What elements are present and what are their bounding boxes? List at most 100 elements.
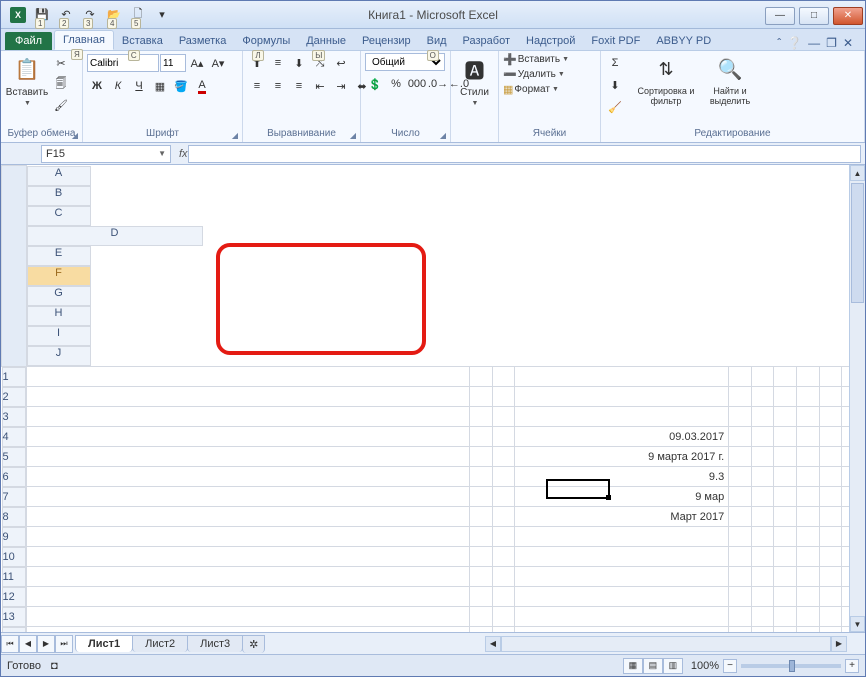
col-header-E[interactable]: E [27, 246, 91, 266]
cell-I3[interactable] [819, 407, 842, 427]
cell-G8[interactable] [774, 507, 797, 527]
align-top-icon[interactable]: ⬆ [247, 53, 267, 73]
cell-G10[interactable] [774, 547, 797, 567]
cell-I11[interactable] [819, 567, 842, 587]
cell-G5[interactable] [774, 447, 797, 467]
italic-button[interactable]: К [108, 76, 128, 96]
cell-D12[interactable] [515, 587, 729, 607]
cell-D6[interactable]: 9.3 [515, 467, 729, 487]
sheet-tab-3[interactable]: Лист3 [187, 635, 243, 652]
cell-G12[interactable] [774, 587, 797, 607]
cell-F1[interactable] [751, 366, 774, 387]
cell-B11[interactable] [470, 567, 493, 587]
cell-I14[interactable] [819, 627, 842, 633]
clipboard-launcher-icon[interactable]: ◢ [72, 131, 78, 140]
cell-F2[interactable] [751, 387, 774, 407]
cell-F5[interactable] [751, 447, 774, 467]
cell-B10[interactable] [470, 547, 493, 567]
cell-F10[interactable] [751, 547, 774, 567]
row-header-9[interactable]: 9 [2, 527, 26, 547]
sheet-last-icon[interactable]: ⏭ [55, 635, 73, 653]
cell-I6[interactable] [819, 467, 842, 487]
qat-more-icon[interactable]: ▾ [151, 4, 173, 26]
cell-C8[interactable] [492, 507, 515, 527]
cell-F4[interactable] [751, 427, 774, 447]
cell-A10[interactable] [26, 547, 470, 567]
font-launcher-icon[interactable]: ◢ [232, 131, 238, 140]
vscroll-thumb[interactable] [851, 183, 864, 303]
cell-B6[interactable] [470, 467, 493, 487]
select-all-corner[interactable] [2, 166, 27, 367]
cell-C4[interactable] [492, 427, 515, 447]
format-cells-button[interactable]: Формат [514, 84, 550, 95]
spreadsheet-grid[interactable]: ABCDEFGHIJ123409.03.201759 марта 2017 г.… [1, 165, 865, 632]
row-header-14[interactable]: 14 [2, 627, 26, 633]
cell-H6[interactable] [797, 467, 820, 487]
cell-G9[interactable] [774, 527, 797, 547]
cell-D9[interactable] [515, 527, 729, 547]
row-header-10[interactable]: 10 [2, 547, 26, 567]
sheet-tab-2[interactable]: Лист2 [132, 635, 188, 652]
sheet-prev-icon[interactable]: ◀ [19, 635, 37, 653]
cell-H3[interactable] [797, 407, 820, 427]
align-center-icon[interactable]: ≡ [268, 76, 288, 96]
col-header-C[interactable]: C [27, 206, 91, 226]
cell-C1[interactable] [492, 366, 515, 387]
row-header-11[interactable]: 11 [2, 567, 26, 587]
increase-decimal-icon[interactable]: .0→ [428, 74, 448, 94]
wrap-text-icon[interactable]: ↩ [331, 53, 351, 73]
maximize-button[interactable]: □ [799, 7, 829, 25]
col-header-A[interactable]: A [27, 166, 91, 186]
tab-formulas[interactable]: ФормулыЛ [234, 32, 298, 50]
cell-A2[interactable] [26, 387, 470, 407]
tab-insert[interactable]: ВставкаС [114, 32, 171, 50]
tab-view[interactable]: ВидО [419, 32, 455, 50]
delete-cells-button[interactable]: Удалить [518, 69, 556, 80]
percent-icon[interactable]: % [386, 74, 406, 94]
cell-I5[interactable] [819, 447, 842, 467]
cell-B8[interactable] [470, 507, 493, 527]
cell-F14[interactable] [751, 627, 774, 633]
formula-input[interactable] [188, 145, 861, 163]
cell-B12[interactable] [470, 587, 493, 607]
insert-cells-button[interactable]: Вставить [518, 54, 560, 65]
cell-E1[interactable] [729, 366, 752, 387]
cell-H13[interactable] [797, 607, 820, 627]
zoom-out-icon[interactable]: − [723, 659, 737, 673]
zoom-slider[interactable] [741, 664, 841, 668]
grow-font-icon[interactable]: A▴ [187, 53, 207, 73]
cell-F9[interactable] [751, 527, 774, 547]
border-icon[interactable]: ▦ [150, 76, 170, 96]
align-middle-icon[interactable]: ≡ [268, 53, 288, 73]
cell-I7[interactable] [819, 487, 842, 507]
cut-icon[interactable]: ✂ [51, 53, 71, 73]
cell-A13[interactable] [26, 607, 470, 627]
cell-H1[interactable] [797, 366, 820, 387]
cell-F11[interactable] [751, 567, 774, 587]
view-break-icon[interactable]: ▥ [663, 658, 683, 674]
format-cells-icon[interactable]: ▦ [503, 83, 513, 96]
cell-H7[interactable] [797, 487, 820, 507]
row-header-8[interactable]: 8 [2, 507, 26, 527]
horizontal-scrollbar[interactable]: ◀ ▶ [264, 636, 865, 652]
view-layout-icon[interactable]: ▤ [643, 658, 663, 674]
increase-indent-icon[interactable]: ⇥ [331, 76, 351, 96]
cell-H10[interactable] [797, 547, 820, 567]
cell-D11[interactable] [515, 567, 729, 587]
cell-E4[interactable] [729, 427, 752, 447]
help-icon[interactable]: ❔ [787, 36, 802, 50]
cell-C14[interactable] [492, 627, 515, 633]
file-tab[interactable]: Файл [5, 32, 52, 50]
decrease-indent-icon[interactable]: ⇤ [310, 76, 330, 96]
minimize-ribbon-icon[interactable]: ˆ [777, 36, 781, 50]
clear-icon[interactable]: 🧹 [605, 97, 625, 117]
cell-B7[interactable] [470, 487, 493, 507]
cell-A12[interactable] [26, 587, 470, 607]
cell-I10[interactable] [819, 547, 842, 567]
name-box[interactable]: F15▼ [41, 145, 171, 163]
qat-redo-icon[interactable]: ↷3 [79, 4, 101, 26]
cell-F13[interactable] [751, 607, 774, 627]
cell-F8[interactable] [751, 507, 774, 527]
cell-A1[interactable] [26, 366, 470, 387]
col-header-F[interactable]: F [27, 266, 91, 286]
